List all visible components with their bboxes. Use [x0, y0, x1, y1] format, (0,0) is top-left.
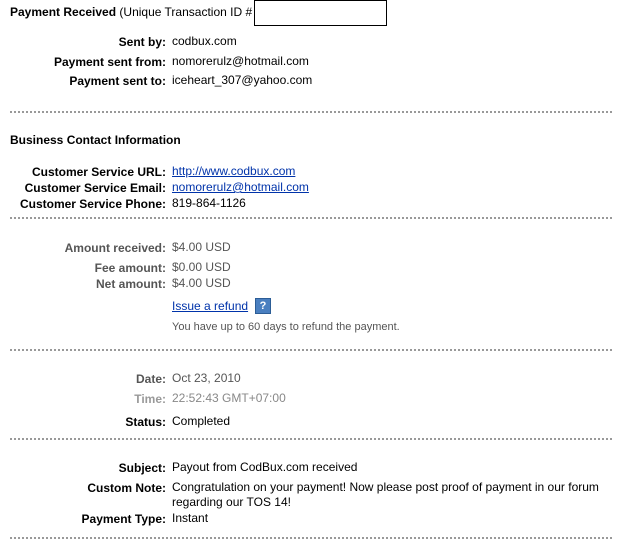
customer-service-phone-value: 819-864-1126: [172, 196, 246, 210]
customer-service-url-link[interactable]: http://www.codbux.com: [172, 164, 295, 178]
subject-label: Subject:: [118, 461, 166, 475]
fee-amount-label-text: Fee amount:: [94, 261, 166, 275]
status-label: Status:: [125, 415, 166, 429]
fee-amount-value: $0.00 USD: [172, 260, 231, 274]
divider: [10, 537, 612, 539]
amount-received-label: Amount received:: [65, 241, 166, 255]
sent-from-label: Payment sent from:: [53, 55, 166, 69]
status-value: Completed: [172, 414, 231, 428]
payment-type-label: Payment Type:: [81, 512, 166, 526]
customer-service-url-label: Customer Service URL:: [31, 165, 166, 179]
date-label: Date:: [136, 372, 166, 386]
divider: [10, 438, 612, 440]
business-contact-heading: Business Contact Information: [10, 133, 181, 147]
amount-received-label-text: Amount received:: [64, 241, 166, 255]
fee-amount-label: Fee amount:: [95, 261, 166, 275]
date-value: Oct 23, 2010: [172, 371, 241, 385]
net-amount-value: $4.00 USD: [172, 276, 231, 290]
custom-note-label: Custom Note:: [87, 481, 166, 495]
sent-by-label: Sent by:: [118, 35, 166, 49]
sent-to-label: Payment sent to:: [69, 74, 166, 88]
issue-refund-link[interactable]: Issue a refund: [172, 299, 248, 313]
net-amount-label-text: Net amount:: [96, 277, 166, 291]
question-mark-icon[interactable]: ?: [255, 298, 271, 314]
customer-service-email-label: Customer Service Email:: [24, 181, 166, 195]
refund-note: You have up to 60 days to refund the pay…: [172, 321, 400, 333]
sent-to-value: iceheart_307@yahoo.com: [172, 73, 313, 87]
time-value: 22:52:43 GMT+07:00: [172, 391, 286, 405]
transaction-id-label: (Unique Transaction ID #: [119, 5, 253, 19]
custom-note-line-1: Congratulation on your payment! Now plea…: [172, 480, 599, 494]
payment-type-value: Instant: [172, 511, 209, 525]
date-label-text: Date:: [135, 372, 166, 386]
sent-from-value: nomorerulz@hotmail.com: [172, 54, 309, 68]
time-label: Time:: [134, 392, 166, 406]
customer-service-phone-label: Customer Service Phone:: [19, 197, 166, 211]
divider: [10, 349, 612, 351]
customer-service-email-link[interactable]: nomorerulz@hotmail.com: [172, 180, 309, 194]
time-label-text: Time:: [134, 392, 166, 406]
divider: [10, 111, 612, 113]
page-title: Payment Received (Unique Transaction ID …: [10, 5, 252, 19]
transaction-id-redacted-box: [254, 0, 387, 26]
net-amount-label: Net amount:: [96, 277, 166, 291]
title-text: Payment Received: [10, 5, 117, 19]
amount-received-value: $4.00 USD: [172, 240, 231, 254]
divider: [10, 217, 612, 219]
sent-by-value: codbux.com: [172, 34, 237, 48]
subject-value: Payout from CodBux.com received: [172, 460, 358, 474]
custom-note-line-2: regarding our TOS 14!: [172, 495, 291, 509]
